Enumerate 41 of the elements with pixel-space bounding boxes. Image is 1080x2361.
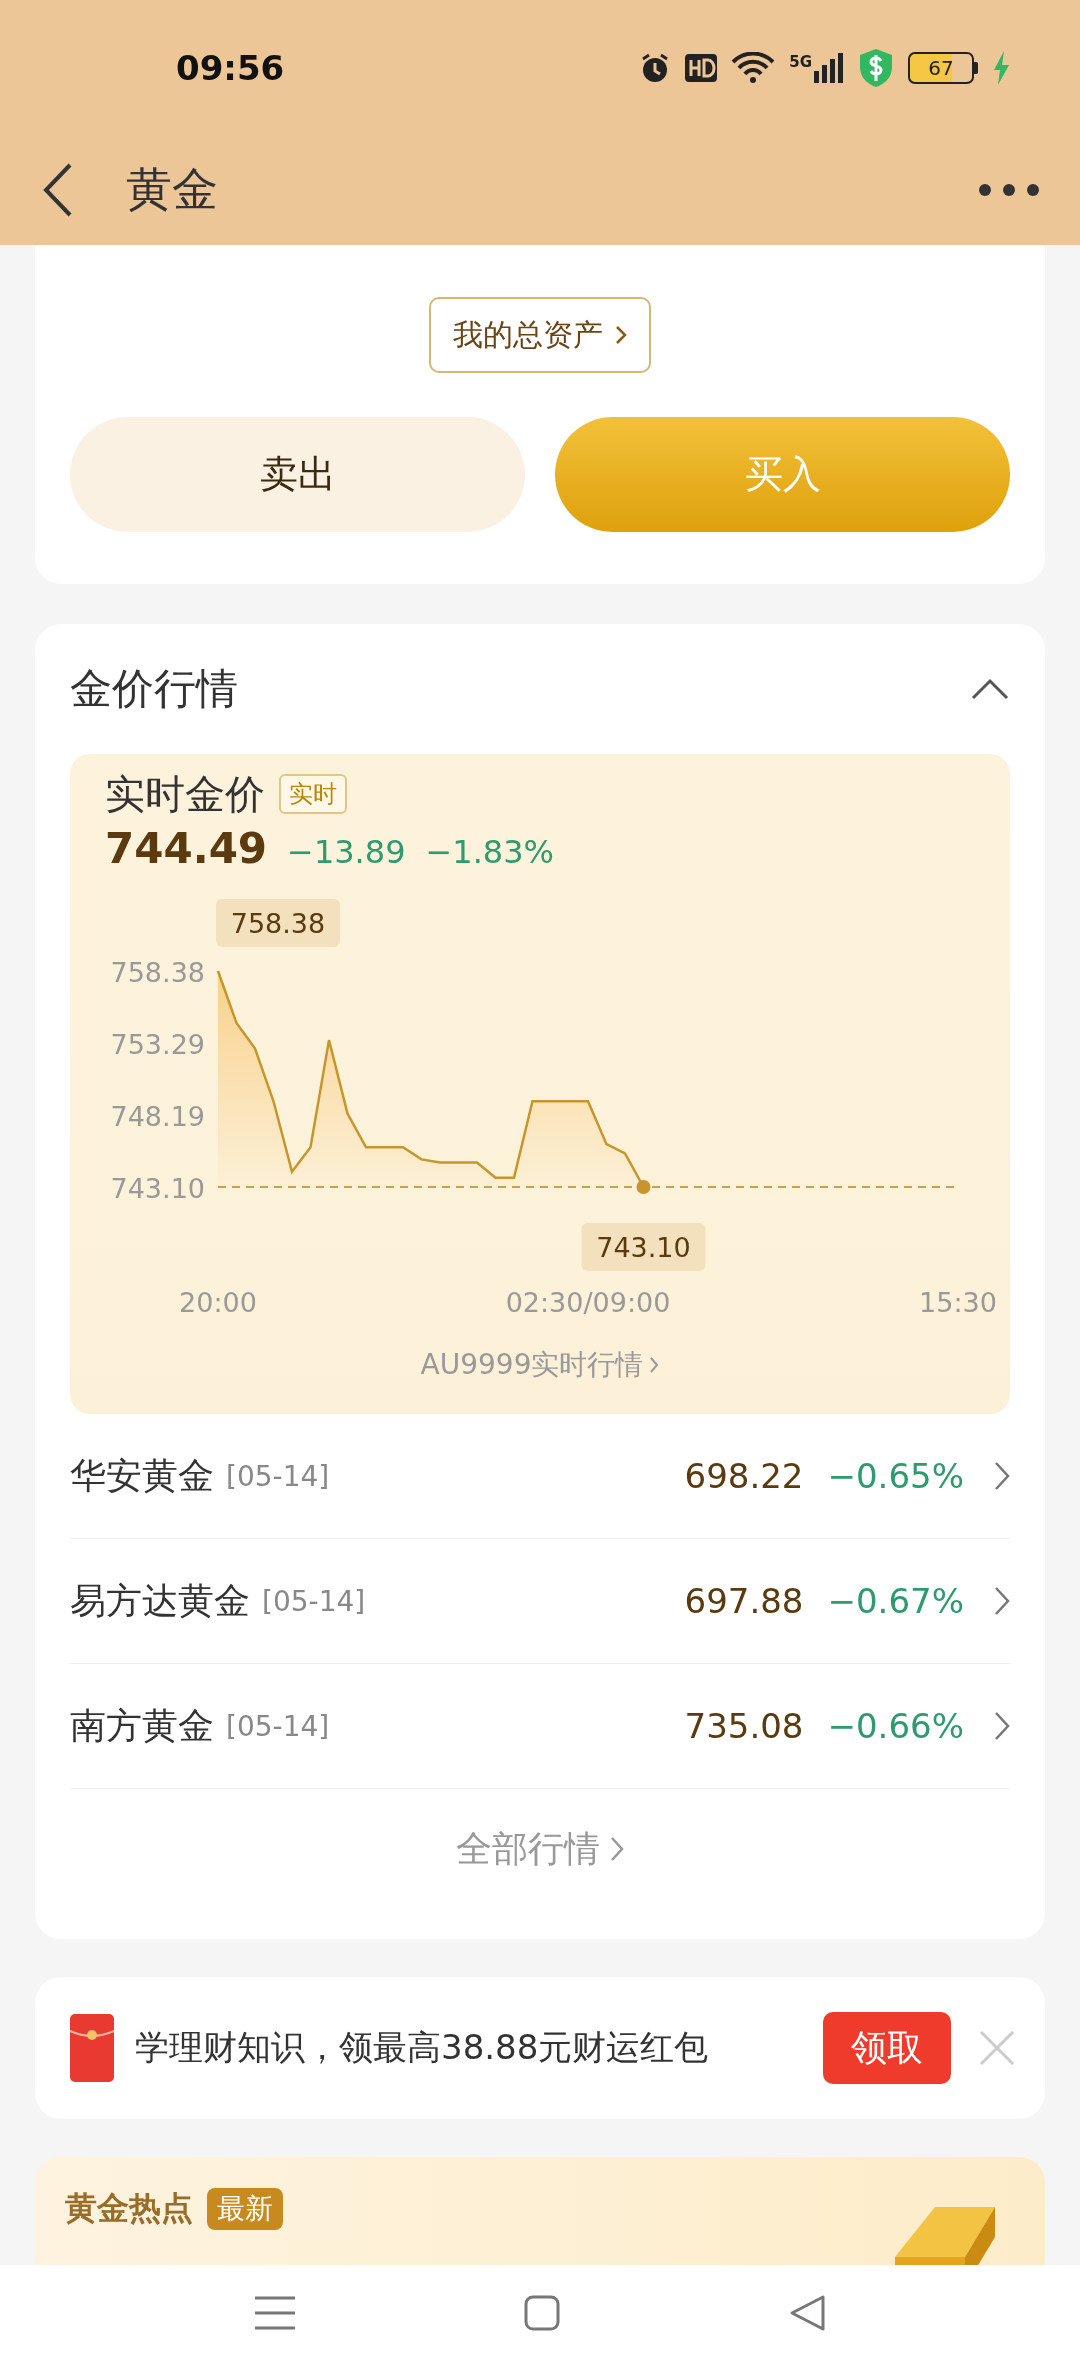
- annotation: 758.38: [230, 908, 326, 939]
- realtime-tag: 实时: [279, 774, 347, 814]
- y-axis-label: 743.10: [110, 1173, 205, 1204]
- percent-change: −1.83%: [425, 833, 554, 871]
- news-section-title: 黄金热点: [65, 2188, 193, 2229]
- fund-date: [05-14]: [262, 1584, 366, 1618]
- x-axis-label: 02:30/09:00: [505, 1287, 671, 1318]
- y-axis-label: 758.38: [110, 957, 205, 988]
- claim-button[interactable]: 领取: [823, 2012, 951, 2084]
- fund-price: 735.08: [684, 1706, 804, 1746]
- promo-text: 学理财知识，领最高38.88元财运红包: [135, 2026, 709, 2069]
- fund-row[interactable]: 南方黄金 [05-14] 735.08 −0.66%: [70, 1664, 1010, 1789]
- y-axis-label: 753.29: [110, 1028, 205, 1060]
- total-assets-link[interactable]: 我的总资产: [429, 297, 651, 373]
- current-price: 744.49: [105, 824, 268, 873]
- fund-change: −0.65%: [827, 1456, 964, 1496]
- fund-row[interactable]: 华安黄金 [05-14] 698.22 −0.65%: [70, 1414, 1010, 1539]
- status-time: 09:56: [176, 47, 285, 88]
- fund-price: 698.22: [684, 1456, 804, 1496]
- fund-name: 易方达黄金: [70, 1578, 250, 1623]
- price-change: −13.89: [287, 833, 406, 871]
- price-tooltip: 743.10: [581, 1223, 706, 1271]
- y-axis-label: 748.19: [110, 1101, 205, 1133]
- fund-change: −0.67%: [827, 1581, 964, 1621]
- fund-name: 华安黄金: [70, 1453, 214, 1498]
- sell-button[interactable]: 卖出: [70, 417, 525, 532]
- fund-date: [05-14]: [226, 1459, 330, 1493]
- latest-tag: 最新: [207, 2188, 283, 2230]
- price-tooltip: 758.38: [216, 899, 340, 947]
- network-label: 5G: [789, 52, 812, 71]
- fund-row[interactable]: 易方达黄金 [05-14] 697.88 −0.67%: [70, 1539, 1010, 1664]
- fund-change: −0.66%: [827, 1706, 964, 1746]
- x-axis-label: 20:00: [179, 1287, 257, 1318]
- section-title: 金价行情: [70, 663, 238, 715]
- fund-date: [05-14]: [226, 1709, 330, 1743]
- x-axis-label: 15:30: [919, 1287, 997, 1318]
- page-title: 黄金: [126, 161, 218, 218]
- annotation: 743.10: [596, 1232, 691, 1263]
- fund-price: 697.88: [684, 1581, 804, 1621]
- fund-name: 南方黄金: [70, 1703, 214, 1748]
- chart-title: 实时金价: [105, 769, 265, 819]
